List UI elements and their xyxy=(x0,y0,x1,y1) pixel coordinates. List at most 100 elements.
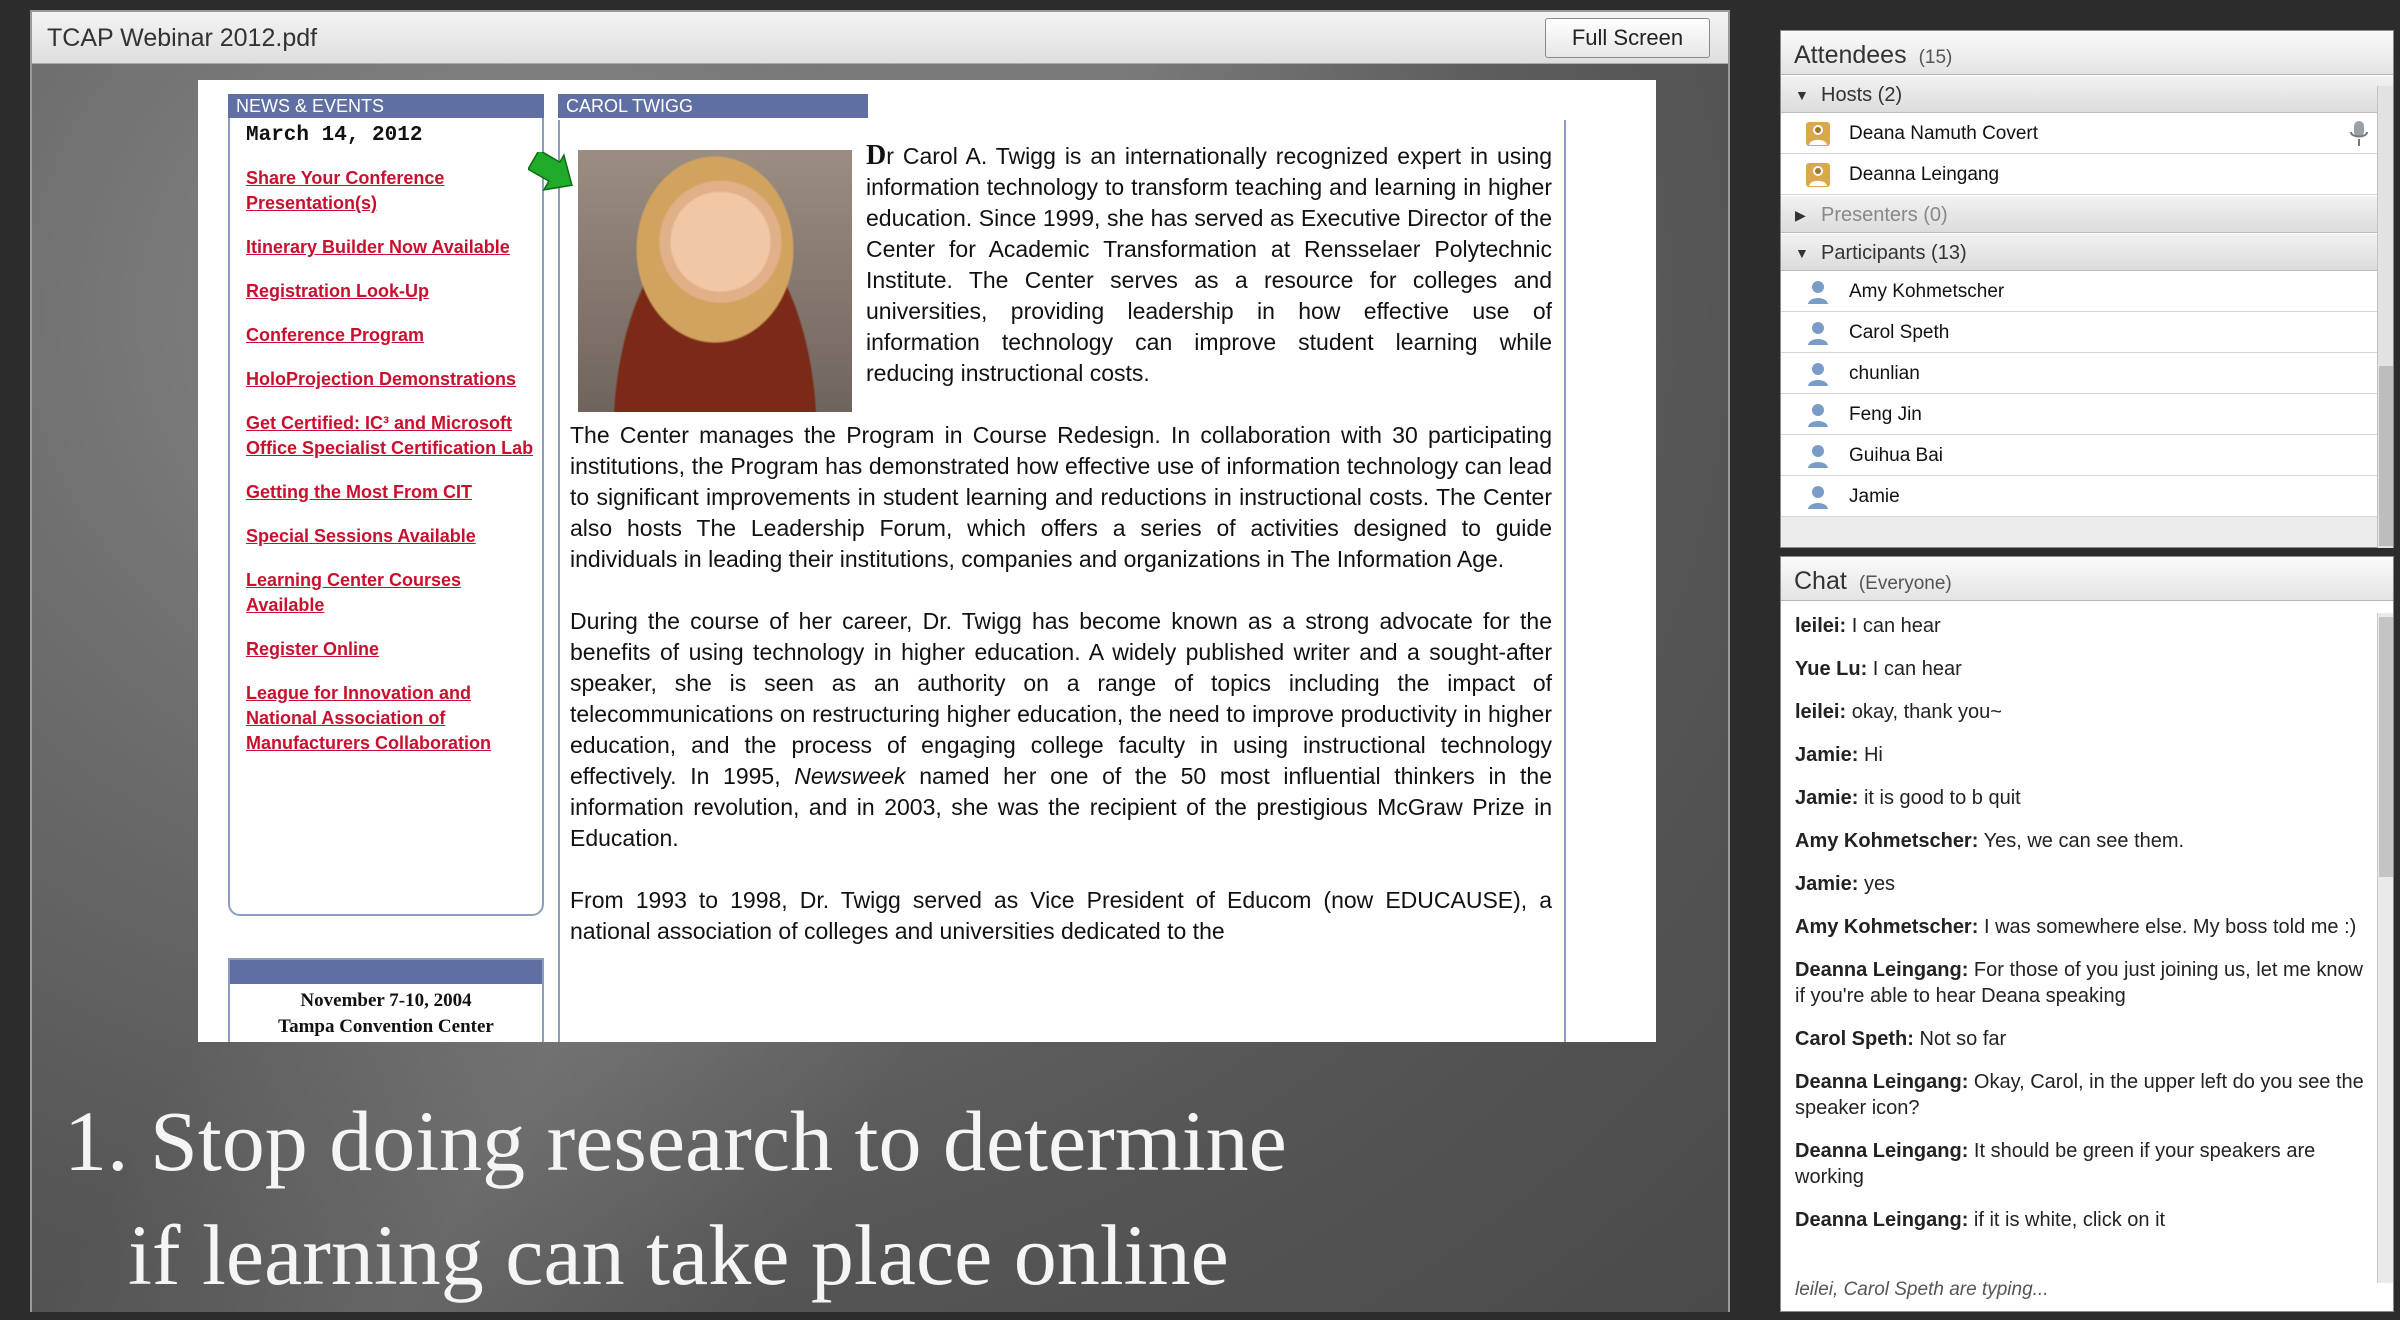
chat-message: Carol Speth: Not so far xyxy=(1795,1026,2365,1052)
bio-paragraph-3-text-a: During the course of her career, Dr. Twi… xyxy=(570,608,1552,789)
news-link[interactable]: Itinerary Builder Now Available xyxy=(246,235,536,260)
expand-triangle-icon: ▶ xyxy=(1795,207,1806,223)
chat-messages: leilei: I can hear Yue Lu: I can hear le… xyxy=(1795,613,2365,1250)
chat-text: I can hear xyxy=(1872,658,1962,680)
participant-user-icon xyxy=(1808,445,1828,468)
chat-message: Amy Kohmetscher: Yes, we can see them. xyxy=(1795,828,2365,854)
attendee-row[interactable]: Carol Speth xyxy=(1781,312,2393,353)
news-link[interactable]: HoloProjection Demonstrations xyxy=(246,367,536,392)
presenters-group-label: Presenters (0) xyxy=(1821,204,1948,226)
news-link[interactable]: Special Sessions Available xyxy=(246,524,536,549)
chat-sender: Deanna Leingang: xyxy=(1795,1209,1969,1231)
chat-sender: Deanna Leingang: xyxy=(1795,1071,1969,1093)
event-box: November 7-10, 2004 Tampa Convention Cen… xyxy=(228,958,544,1042)
attendee-name: Jamie xyxy=(1849,486,1900,507)
attendees-pod: Attendees (15) ▼ Hosts (2) Deana Namuth Co… xyxy=(1780,30,2394,548)
share-titlebar: TCAP Webinar 2012.pdf Full Screen xyxy=(32,12,1728,64)
chat-text: if it is white, click on it xyxy=(1973,1209,2166,1231)
chat-sender: Amy Kohmetscher: xyxy=(1795,830,1979,852)
attendee-name: Deanna Leingang xyxy=(1849,164,2000,185)
chat-sender: Amy Kohmetscher: xyxy=(1795,916,1979,938)
attendees-scroll-thumb[interactable] xyxy=(2379,366,2393,546)
slide-webpage-screenshot: NEWS & EVENTS March 14, 2012 Share Your … xyxy=(198,80,1656,1042)
slide-caption-line-1: 1. Stop doing research to determine xyxy=(64,1093,1287,1189)
news-link[interactable]: League for Innovation and National Assoc… xyxy=(246,681,536,756)
collapse-triangle-icon: ▼ xyxy=(1795,245,1809,261)
chat-sender: Jamie: xyxy=(1795,787,1859,809)
news-link[interactable]: Conference Program xyxy=(246,323,536,348)
bio-newsweek: Newsweek xyxy=(794,763,906,789)
chat-sender: leilei: xyxy=(1795,615,1847,637)
attendee-row[interactable]: Deana Namuth Covert xyxy=(1781,113,2393,154)
chat-message: Deanna Leingang: if it is white, click o… xyxy=(1795,1207,2365,1233)
chat-message: Deanna Leingang: For those of you just j… xyxy=(1795,957,2365,1009)
news-link[interactable]: Share Your Conference Presentation(s) xyxy=(246,166,536,216)
chat-text: I can hear xyxy=(1851,615,1941,637)
attendee-name: Deana Namuth Covert xyxy=(1849,123,2039,144)
attendee-name: chunlian xyxy=(1849,363,1920,384)
news-link[interactable]: Get Certified: IC³ and Microsoft Office … xyxy=(246,411,536,461)
hosts-group[interactable]: ▼ Hosts (2) xyxy=(1781,75,2393,113)
chat-text: yes xyxy=(1863,873,1896,895)
chat-sender: Carol Speth: xyxy=(1795,1028,1914,1050)
news-link[interactable]: Learning Center Courses Available xyxy=(246,568,536,618)
participant-user-icon xyxy=(1808,322,1828,345)
attendee-row[interactable]: chunlian xyxy=(1781,353,2393,394)
participants-group-label: Participants (13) xyxy=(1821,242,1967,264)
chat-text: I was somewhere else. My boss told me :) xyxy=(1983,916,2357,938)
bio-paragraph-3: During the course of her career, Dr. Twi… xyxy=(570,606,1552,854)
attendees-count: (15) xyxy=(1918,47,1953,68)
news-links-list: Share Your Conference Presentation(s) It… xyxy=(246,166,536,775)
attendee-row[interactable]: Guihua Bai xyxy=(1781,435,2393,476)
chat-scrollbar[interactable] xyxy=(2377,613,2393,1283)
chat-message: Jamie: yes xyxy=(1795,871,2365,897)
share-pod: TCAP Webinar 2012.pdf Full Screen NEWS &… xyxy=(30,10,1730,1312)
event-box-header xyxy=(230,960,542,984)
chat-sender: Jamie: xyxy=(1795,873,1859,895)
chat-message: Amy Kohmetscher: I was somewhere else. M… xyxy=(1795,914,2365,940)
attendee-row[interactable]: Jamie xyxy=(1781,476,2393,517)
chat-scroll-thumb[interactable] xyxy=(2379,617,2393,877)
chat-pod: Chat (Everyone) leilei: I can hear Yue Lu… xyxy=(1780,556,2394,1312)
participant-user-icon xyxy=(1808,486,1828,509)
event-venue: Tampa Convention Center xyxy=(278,1016,494,1037)
chat-text: Yes, we can see them. xyxy=(1983,830,2185,852)
attendee-row[interactable]: Deanna Leingang xyxy=(1781,154,2393,195)
attendee-row[interactable]: Amy Kohmetscher xyxy=(1781,271,2393,312)
chat-scope[interactable]: (Everyone) xyxy=(1859,573,1952,594)
slide-caption-line-2: if learning can take place online xyxy=(128,1207,1229,1303)
chat-message: Jamie: it is good to b quit xyxy=(1795,785,2365,811)
bio-dropcap: D xyxy=(866,140,887,171)
participant-user-icon xyxy=(1808,363,1828,386)
news-link[interactable]: Registration Look-Up xyxy=(246,279,536,304)
bio-paragraph-2: The Center manages the Program in Course… xyxy=(570,422,1552,572)
news-link[interactable]: Register Online xyxy=(246,637,536,662)
news-date: March 14, 2012 xyxy=(246,124,423,147)
bio-header: CAROL TWIGG xyxy=(558,94,868,118)
hosts-group-label: Hosts (2) xyxy=(1821,84,1903,106)
chat-text: it is good to b quit xyxy=(1863,787,2021,809)
news-events-header: NEWS & EVENTS xyxy=(228,94,544,118)
chat-sender: leilei: xyxy=(1795,701,1847,723)
presenters-group[interactable]: ▶ Presenters (0) xyxy=(1781,195,2393,233)
chat-titlebar: Chat (Everyone) xyxy=(1781,557,2393,601)
news-link[interactable]: Getting the Most From CIT xyxy=(246,480,536,505)
bio-paragraph-1: Dr Carol A. Twigg is an internationally … xyxy=(570,140,1552,389)
attendees-title: Attendees xyxy=(1794,41,1907,69)
chat-text: Not so far xyxy=(1919,1028,2007,1050)
chat-sender: Yue Lu: xyxy=(1795,658,1868,680)
full-screen-button[interactable]: Full Screen xyxy=(1545,18,1710,58)
meeting-window: TCAP Webinar 2012.pdf Full Screen NEWS &… xyxy=(0,0,2400,1320)
microphone-icon xyxy=(2350,121,2368,146)
event-dates: November 7-10, 2004 xyxy=(300,990,472,1011)
host-user-icon xyxy=(1806,163,1830,187)
attendee-row[interactable]: Feng Jin xyxy=(1781,394,2393,435)
chat-sender: Deanna Leingang: xyxy=(1795,1140,1969,1162)
participants-group[interactable]: ▼ Participants (13) xyxy=(1781,233,2393,271)
attendees-titlebar: Attendees (15) xyxy=(1781,31,2393,75)
attendees-scrollbar[interactable] xyxy=(2377,86,2393,548)
chat-text: Hi xyxy=(1863,744,1883,766)
share-document-title: TCAP Webinar 2012.pdf xyxy=(47,24,318,52)
participant-user-icon xyxy=(1808,281,1828,304)
attendee-name: Amy Kohmetscher xyxy=(1849,281,2005,302)
